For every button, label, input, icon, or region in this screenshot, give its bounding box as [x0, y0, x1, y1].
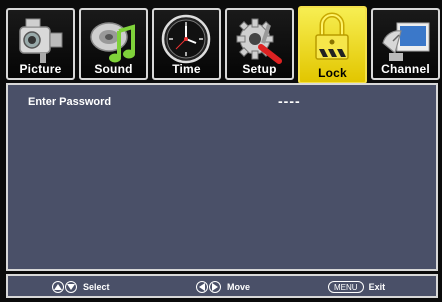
menu-key-icon: MENU: [328, 281, 364, 293]
up-arrow-icon: [52, 281, 64, 293]
tab-picture[interactable]: Picture: [6, 8, 75, 80]
clock-icon: [161, 14, 211, 64]
move-label: Move: [227, 282, 251, 292]
tab-label: Setup: [242, 62, 277, 76]
status-bar: Select Move MENU Exit: [6, 274, 438, 298]
move-hint: Move: [196, 279, 250, 295]
tab-lock[interactable]: Lock: [298, 6, 367, 84]
exit-label: Exit: [368, 282, 386, 292]
tab-label: Lock: [318, 66, 347, 80]
tab-sound[interactable]: Sound: [79, 8, 148, 80]
gear-wrench-icon: [236, 18, 282, 64]
lock-settings-panel: Enter Password ----: [6, 83, 438, 271]
padlock-icon: [315, 12, 349, 60]
left-arrow-icon: [196, 281, 208, 293]
select-label: Select: [83, 282, 110, 292]
tab-channel[interactable]: Channel: [371, 8, 440, 80]
password-label: Enter Password: [28, 96, 112, 108]
right-arrow-icon: [209, 281, 221, 293]
tab-label: Sound: [94, 62, 133, 76]
music-note-icon: [90, 22, 135, 63]
tab-time[interactable]: Time: [152, 8, 221, 80]
select-hint: Select: [52, 279, 110, 295]
tab-label: Picture: [19, 62, 62, 76]
tab-label: Channel: [381, 62, 430, 76]
osd-menu: Picture Sound Time Setup Lock Channel En…: [1, 1, 441, 301]
exit-hint: MENU Exit: [328, 279, 385, 295]
satellite-dish-icon: [382, 22, 430, 61]
tab-label: Time: [172, 62, 201, 76]
camcorder-icon: [19, 18, 63, 63]
password-field[interactable]: ----: [278, 93, 301, 109]
menu-tab-bar: Picture Sound Time Setup Lock Channel: [6, 6, 440, 84]
tab-setup[interactable]: Setup: [225, 8, 294, 80]
down-arrow-icon: [65, 281, 77, 293]
